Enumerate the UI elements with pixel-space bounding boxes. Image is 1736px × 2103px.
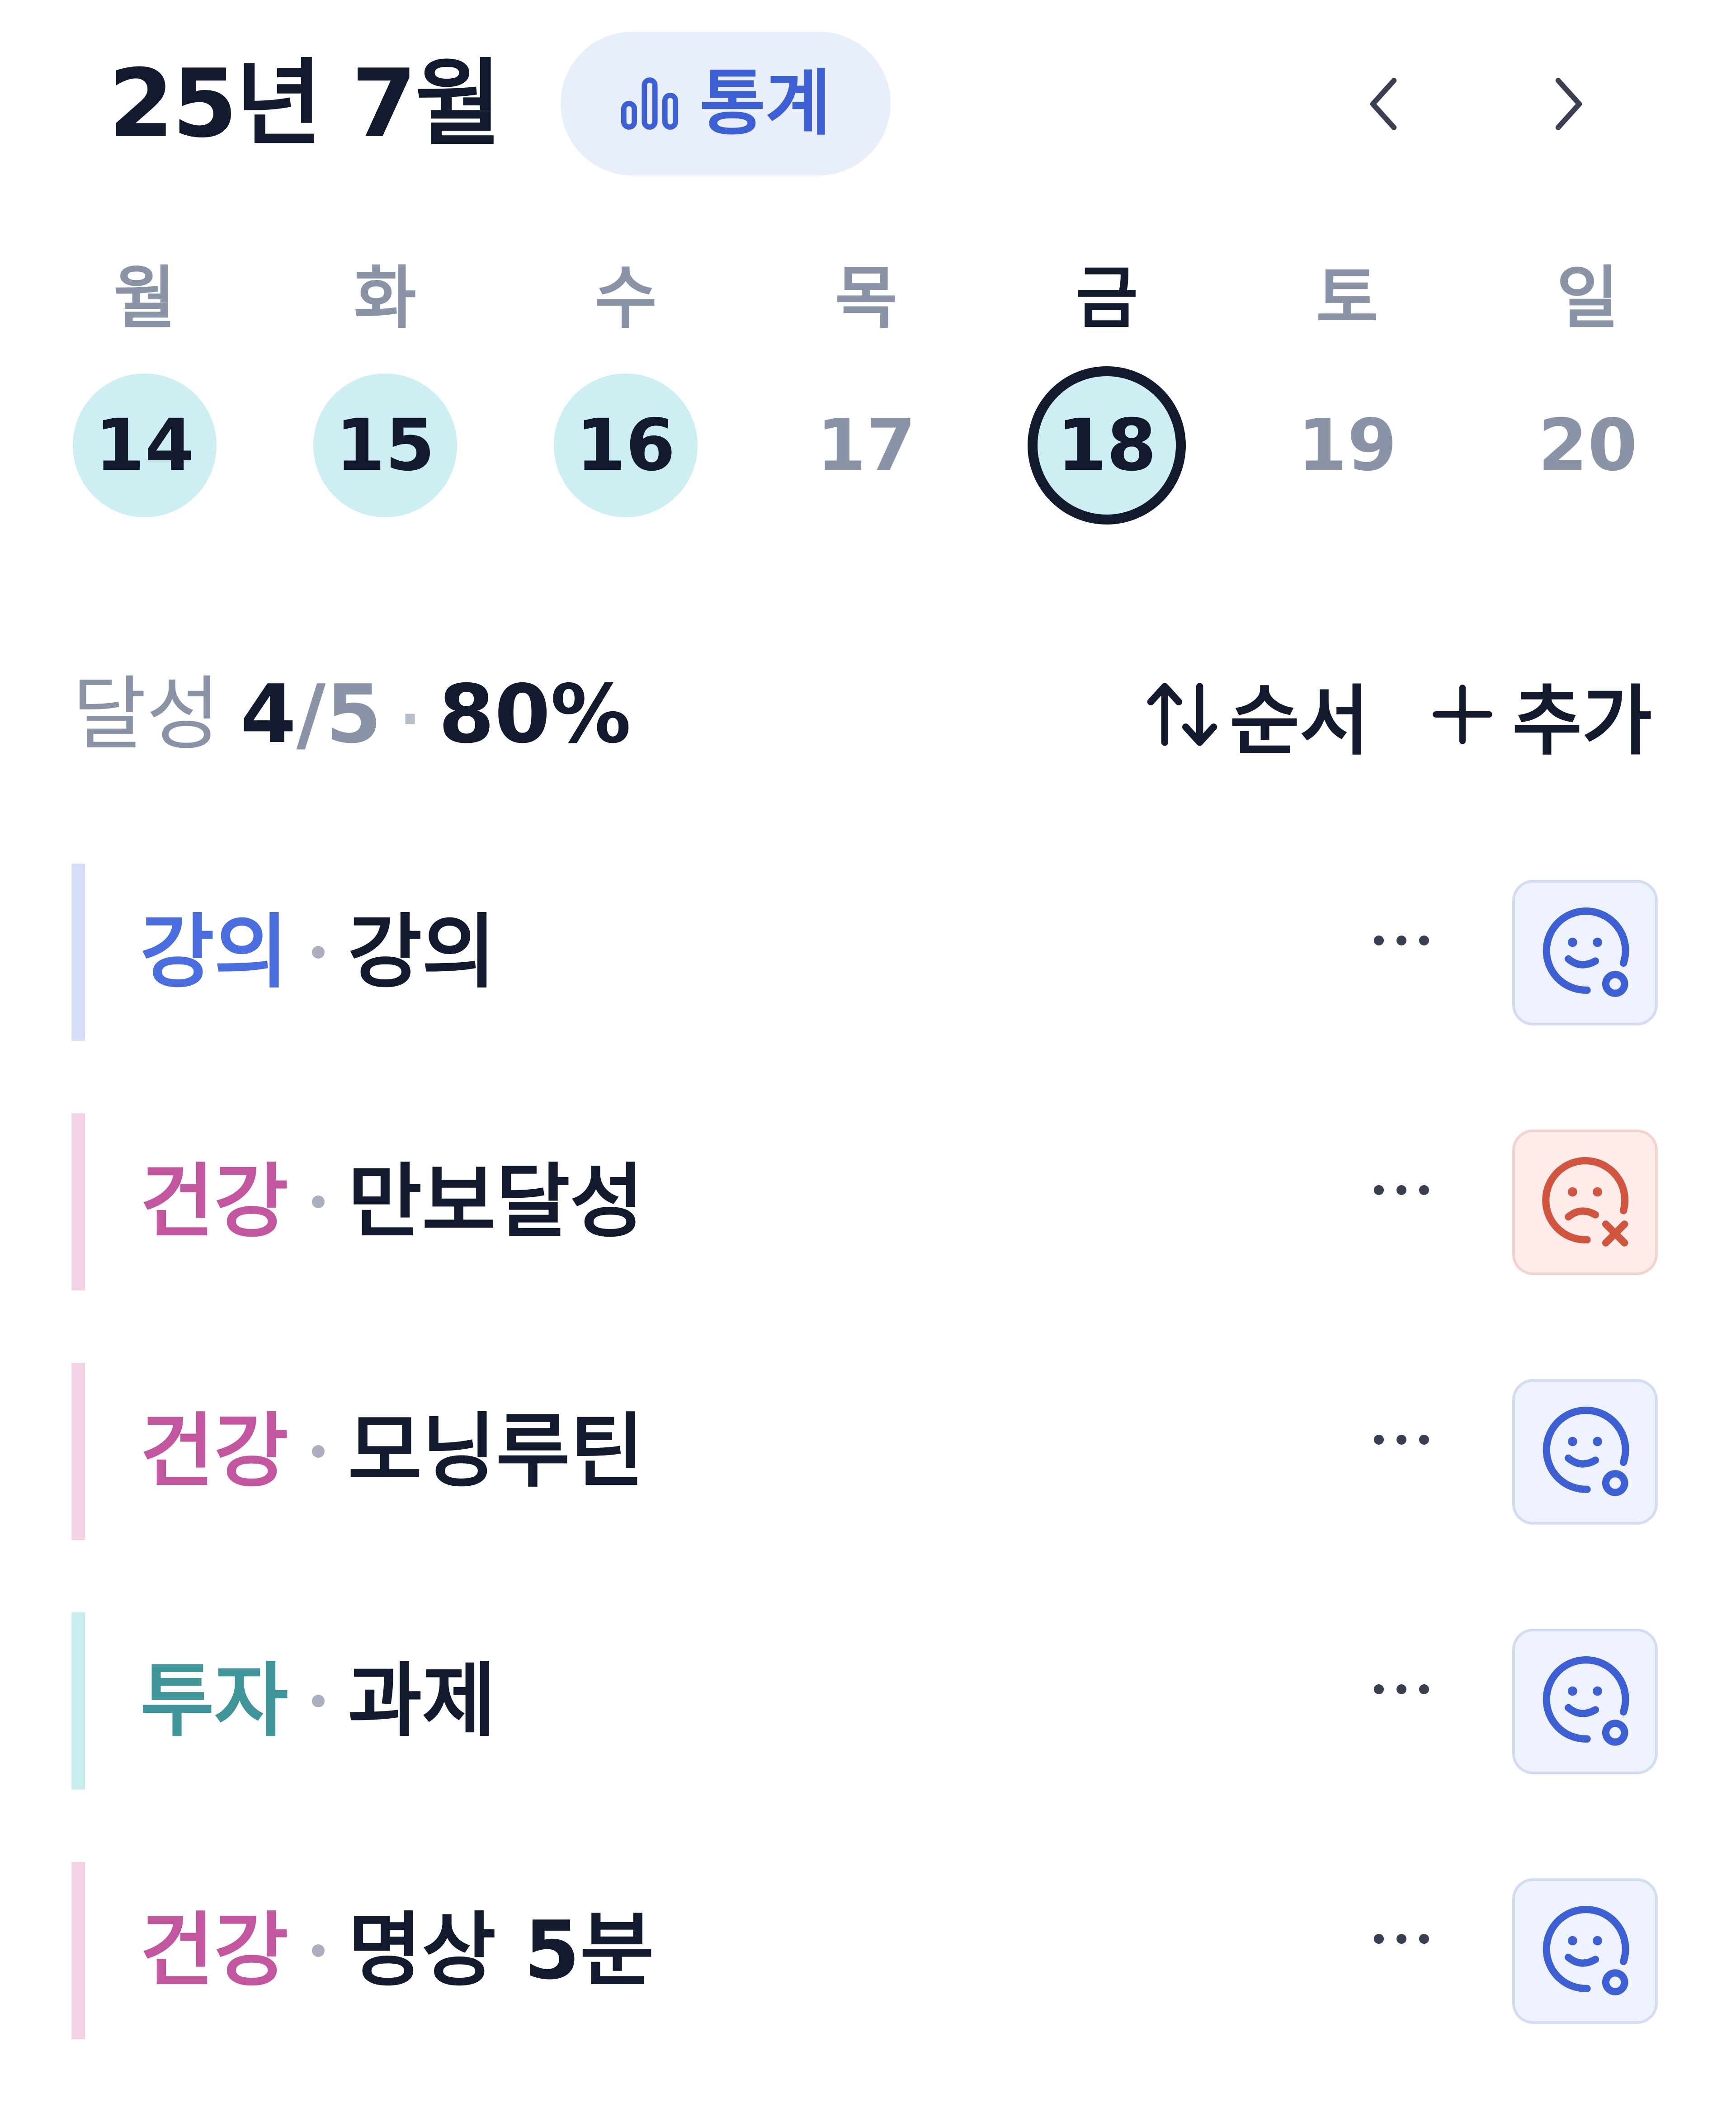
weekday-thu: 목 (835, 259, 897, 338)
reorder-button[interactable]: 순서 (1144, 669, 1369, 766)
habit-category: 건강 (140, 1404, 288, 1498)
habit-status-button[interactable] (1512, 1379, 1658, 1525)
chevron-right-icon (1555, 78, 1582, 130)
day-19[interactable]: 19 (1275, 373, 1419, 517)
habit-status-button[interactable] (1512, 880, 1658, 1026)
habit-name: 모닝루틴 (348, 1404, 644, 1498)
more-options-button[interactable] (1356, 1417, 1447, 1462)
habit-status-button[interactable] (1512, 1129, 1658, 1275)
habit-row[interactable]: 강의 강의 (0, 864, 1736, 1041)
separator-dot (311, 1695, 325, 1707)
more-options-button[interactable] (1356, 1916, 1447, 1961)
habit-name: 강의 (348, 905, 496, 999)
habit-name: 만보달성 (348, 1155, 644, 1248)
habit-category: 강의 (140, 905, 288, 999)
day-18-selected[interactable]: 18 (1028, 366, 1186, 525)
habit-category: 건강 (140, 1904, 288, 1997)
plus-icon (1433, 685, 1492, 744)
habit-title: 건강 모닝루틴 (140, 1406, 644, 1497)
weekday-sun: 일 (1556, 259, 1619, 338)
separator-dot (311, 1196, 325, 1208)
weekday-wed: 수 (594, 259, 657, 338)
habit-row[interactable]: 건강 명상 5분 (0, 1862, 1736, 2039)
habit-title: 건강 명상 5분 (140, 1905, 654, 1996)
summary-separator: · (400, 688, 420, 751)
more-options-button[interactable] (1356, 1667, 1447, 1712)
smile-check-icon (1543, 1656, 1629, 1746)
day-17[interactable]: 17 (794, 373, 938, 517)
add-habit-button[interactable]: 추가 (1431, 669, 1652, 766)
weekday-fri: 금 (1075, 259, 1138, 338)
reorder-label: 순서 (1230, 676, 1370, 766)
weekday-mon: 월 (113, 259, 176, 338)
habit-status-button[interactable] (1512, 1629, 1658, 1774)
smile-check-icon (1543, 907, 1629, 997)
habit-category: 건강 (140, 1155, 288, 1248)
habit-row[interactable]: 건강 모닝루틴 (0, 1363, 1736, 1540)
category-color-bar (71, 1363, 85, 1540)
next-week-button[interactable] (1537, 72, 1600, 136)
habit-row[interactable]: 건강 만보달성 (0, 1113, 1736, 1290)
habit-title: 강의 강의 (140, 907, 496, 997)
habit-name: 과제 (348, 1654, 496, 1748)
weekday-tue: 화 (354, 259, 416, 338)
category-color-bar (71, 1113, 85, 1290)
separator-dot (311, 946, 325, 959)
day-16[interactable]: 16 (554, 373, 698, 517)
category-color-bar (71, 1862, 85, 2039)
more-options-button[interactable] (1356, 1167, 1447, 1213)
day-20[interactable]: 20 (1516, 373, 1660, 517)
weekday-sat: 토 (1316, 259, 1378, 338)
smile-check-icon (1543, 1906, 1629, 1995)
habit-category: 투자 (140, 1654, 288, 1748)
smile-check-icon (1543, 1407, 1629, 1496)
month-title: 25년 7월 (108, 49, 501, 159)
separator-dot (311, 1445, 325, 1458)
prev-week-button[interactable] (1352, 72, 1415, 136)
habit-name: 명상 5분 (348, 1904, 654, 1997)
day-14[interactable]: 14 (73, 373, 217, 517)
day-15[interactable]: 15 (313, 373, 457, 517)
achievement-summary: 달성 4/5 · 80% (72, 665, 631, 764)
add-label: 추가 (1512, 676, 1652, 766)
category-color-bar (71, 1612, 85, 1790)
stats-button[interactable]: 통계 (561, 32, 891, 175)
habit-row[interactable]: 투자 과제 (0, 1612, 1736, 1790)
category-color-bar (71, 864, 85, 1041)
summary-done-count: 4 (240, 667, 297, 761)
separator-dot (311, 1944, 325, 1957)
more-options-button[interactable] (1356, 918, 1447, 963)
sad-x-icon (1542, 1157, 1629, 1247)
stats-label: 통계 (699, 62, 831, 145)
summary-label: 달성 (72, 667, 221, 761)
habit-status-button[interactable] (1512, 1878, 1658, 2024)
habit-title: 건강 만보달성 (140, 1157, 644, 1247)
chevron-left-icon (1370, 78, 1397, 130)
summary-percent: 80% (438, 667, 631, 761)
sort-arrows-icon (1147, 683, 1217, 746)
habit-title: 투자 과제 (140, 1656, 496, 1746)
summary-total-count: /5 (296, 667, 382, 761)
bar-chart-icon (621, 77, 678, 130)
